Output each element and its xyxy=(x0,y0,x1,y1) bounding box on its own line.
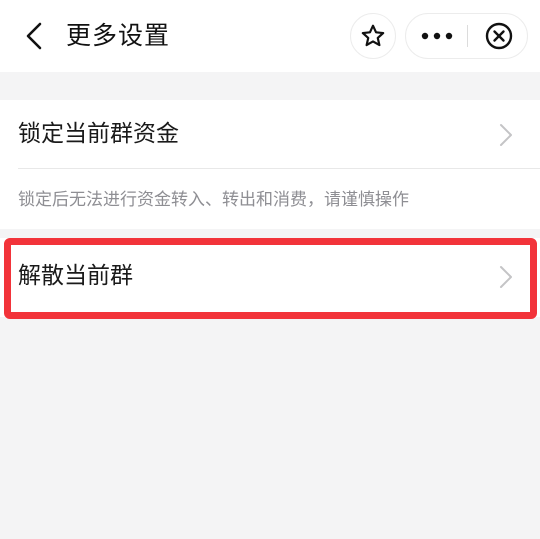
star-icon xyxy=(361,24,385,47)
more-dots-icon xyxy=(421,32,452,40)
row-divider xyxy=(18,168,540,169)
lock-funds-label: 锁定当前群资金 xyxy=(18,121,179,147)
more-button[interactable] xyxy=(406,14,467,58)
chevron-right-icon xyxy=(500,266,512,288)
close-circle-icon xyxy=(485,22,512,50)
top-navigation-bar: 更多设置 xyxy=(0,0,540,72)
chevron-left-icon xyxy=(26,22,42,50)
page-title: 更多设置 xyxy=(66,21,171,50)
back-button[interactable] xyxy=(14,16,54,56)
chevron-right-icon xyxy=(500,124,512,146)
lock-funds-row[interactable]: 锁定当前群资金 xyxy=(0,100,540,169)
favorite-button[interactable] xyxy=(350,13,396,59)
dissolve-group-row[interactable]: 解散当前群 xyxy=(0,242,540,311)
close-button[interactable] xyxy=(468,14,529,58)
lock-funds-hint: 锁定后无法进行资金转入、转出和消费，请谨慎操作 xyxy=(18,190,409,210)
dissolve-group-label: 解散当前群 xyxy=(18,263,133,289)
mini-program-capsule xyxy=(405,13,528,59)
